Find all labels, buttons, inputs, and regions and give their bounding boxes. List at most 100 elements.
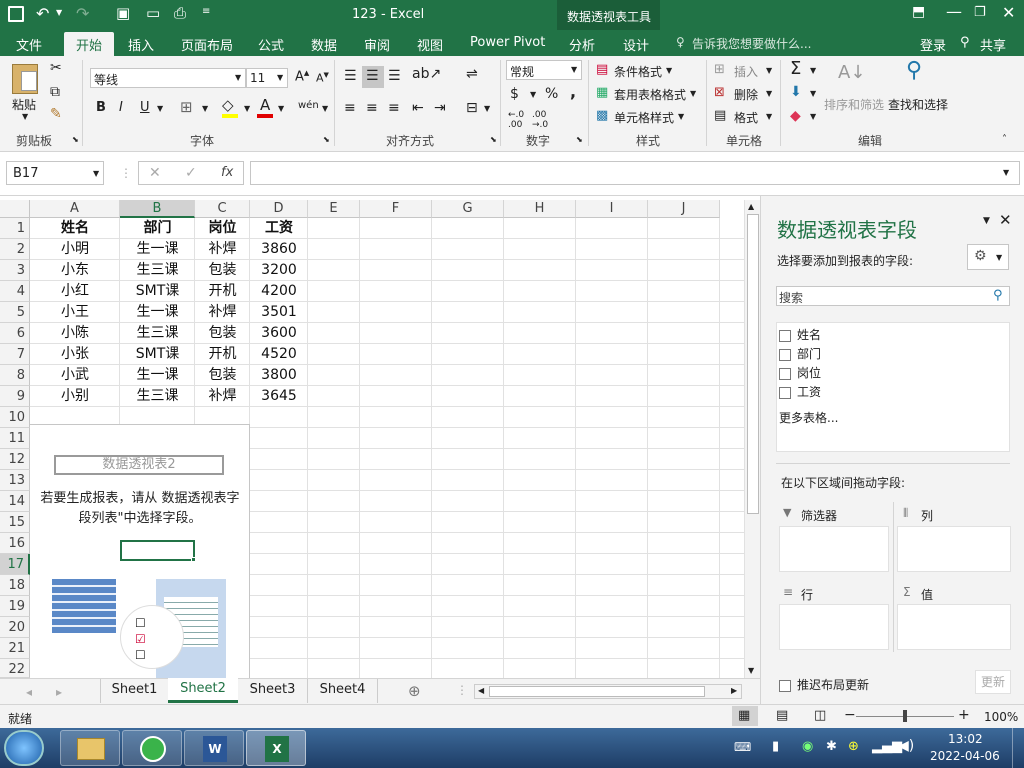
cell-styles-button[interactable]: 单元格样式 — [614, 109, 674, 126]
row-header-3[interactable]: 3 — [0, 260, 30, 281]
pane-tools-button[interactable]: ⚙ ▼ — [967, 244, 1009, 270]
tab-review[interactable]: 审阅 — [364, 35, 390, 54]
column-header-f[interactable]: F — [360, 200, 432, 218]
tab-file[interactable]: 文件 — [16, 35, 42, 54]
table-cell[interactable]: 4520 — [250, 344, 308, 365]
table-cell[interactable]: 生一课 — [120, 302, 195, 323]
name-box[interactable]: B17 ▼ — [6, 161, 104, 185]
active-cell-b17[interactable] — [120, 540, 195, 561]
redo-icon[interactable]: ↷ — [76, 4, 89, 23]
keyboard-tray-icon[interactable]: ⌨ — [734, 740, 751, 754]
tab-power-pivot[interactable]: Power Pivot — [470, 35, 545, 50]
tab-insert[interactable]: 插入 — [128, 35, 154, 54]
row-header-15[interactable]: 15 — [0, 512, 30, 533]
row-header-21[interactable]: 21 — [0, 638, 30, 659]
row-header-16[interactable]: 16 — [0, 533, 30, 554]
sheet-tab-sheet4[interactable]: Sheet4 — [308, 679, 378, 703]
row-header-2[interactable]: 2 — [0, 239, 30, 260]
column-header-j[interactable]: J — [648, 200, 720, 218]
insert-cells-button[interactable]: 插入 — [734, 63, 758, 80]
pane-close-icon[interactable]: ✕ — [999, 211, 1012, 229]
table-cell[interactable]: 生三课 — [120, 323, 195, 344]
table-cell[interactable]: 3860 — [250, 239, 308, 260]
field-item-position[interactable]: 岗位 — [779, 364, 821, 381]
pane-options-dropdown-icon[interactable]: ▼ — [983, 216, 990, 226]
column-header-b[interactable]: B — [120, 200, 195, 218]
share-button[interactable]: 共享 — [980, 35, 1006, 54]
values-drop-area[interactable] — [897, 604, 1011, 650]
row-header-1[interactable]: 1 — [0, 218, 30, 239]
scroll-right-icon[interactable]: ▶ — [731, 686, 737, 695]
italic-button[interactable]: I — [119, 100, 123, 115]
number-format-box[interactable]: 常规 ▼ — [506, 60, 582, 80]
checkbox[interactable] — [779, 679, 791, 692]
bold-button[interactable]: B — [96, 100, 106, 115]
align-top-icon[interactable]: ☰ — [344, 68, 357, 84]
autosum-dropdown-icon[interactable]: ▼ — [810, 66, 816, 75]
insert-function-icon[interactable]: fx — [221, 165, 233, 180]
format-cells-icon[interactable]: ▤ — [714, 108, 726, 123]
formula-input[interactable]: ▼ — [250, 161, 1020, 185]
row-header-9[interactable]: 9 — [0, 386, 30, 407]
table-cell[interactable]: 包装 — [195, 323, 250, 344]
sheet-tab-sheet2[interactable]: Sheet2 — [168, 678, 238, 703]
format-painter-icon[interactable]: ✎ — [50, 106, 62, 122]
row-header-8[interactable]: 8 — [0, 365, 30, 386]
borders-icon[interactable]: ⊞ — [180, 98, 193, 116]
tray-icon-2[interactable]: ◉ — [802, 739, 813, 754]
format-cells-button[interactable]: 格式 — [734, 109, 758, 126]
currency-dropdown-icon[interactable]: ▼ — [530, 90, 536, 99]
clear-icon[interactable]: ◆ — [790, 108, 801, 124]
columns-drop-area[interactable] — [897, 526, 1011, 572]
table-cell[interactable]: 小张 — [30, 344, 120, 365]
undo-dropdown-icon[interactable]: ▼ — [56, 8, 62, 17]
explorer-taskbar-icon[interactable] — [60, 730, 120, 766]
format-as-table-button[interactable]: 套用表格格式 — [614, 86, 686, 103]
table-cell[interactable]: 生一课 — [120, 365, 195, 386]
currency-icon[interactable]: $ — [510, 86, 519, 102]
header-cell[interactable]: 部门 — [120, 218, 195, 239]
expand-formula-icon[interactable]: ▼ — [1003, 168, 1009, 177]
font-launcher-icon[interactable]: ⬊ — [323, 135, 330, 144]
align-center-icon[interactable]: ≡ — [366, 100, 378, 116]
table-cell[interactable]: SMT课 — [120, 344, 195, 365]
excel-taskbar-icon[interactable]: X — [246, 730, 306, 766]
increase-decimal-icon[interactable]: ←.0.00 — [508, 110, 524, 130]
header-cell[interactable]: 姓名 — [30, 218, 120, 239]
lightbulb-icon[interactable]: ♀ — [676, 35, 685, 49]
collapse-ribbon-icon[interactable]: ˄ — [1002, 134, 1007, 145]
tab-view[interactable]: 视图 — [417, 35, 443, 54]
delete-cells-icon[interactable]: ⊠ — [714, 85, 725, 100]
underline-button[interactable]: U — [140, 100, 150, 115]
fill-icon[interactable]: ⬇ — [790, 84, 802, 100]
font-size-box[interactable]: 11 ▼ — [246, 68, 288, 88]
row-header-12[interactable]: 12 — [0, 449, 30, 470]
row-header-17[interactable]: 17 — [0, 554, 30, 575]
horizontal-scrollbar[interactable]: ◀ ▶ — [474, 684, 742, 699]
table-cell[interactable]: 3645 — [250, 386, 308, 407]
checkbox[interactable] — [779, 329, 791, 342]
volume-icon[interactable]: ◀) — [898, 738, 914, 754]
qat-icon-1[interactable]: ▣ — [116, 4, 130, 22]
fill-handle[interactable] — [191, 557, 196, 562]
scroll-up-icon[interactable]: ▲ — [748, 202, 754, 211]
paste-dropdown-icon[interactable]: ▼ — [22, 112, 28, 121]
tab-analyze[interactable]: 分析 — [569, 35, 595, 54]
find-select-button[interactable]: 查找和选择 — [888, 96, 948, 113]
insert-cells-icon[interactable]: ⊞ — [714, 62, 725, 77]
column-header-h[interactable]: H — [504, 200, 576, 218]
vertical-scrollbar[interactable]: ▲ ▼ — [744, 200, 760, 678]
table-cell[interactable]: 补焊 — [195, 386, 250, 407]
clock-date[interactable]: 2022-04-06 — [930, 749, 1000, 763]
font-name-box[interactable]: 等线 ▼ — [90, 68, 246, 88]
zoom-in-icon[interactable]: + — [958, 707, 970, 723]
phonetic-dropdown-icon[interactable]: ▼ — [322, 104, 328, 113]
orientation-icon[interactable]: ab↗ — [412, 66, 441, 82]
table-cell[interactable]: 开机 — [195, 281, 250, 302]
tab-data[interactable]: 数据 — [311, 35, 337, 54]
underline-dropdown-icon[interactable]: ▼ — [157, 104, 163, 113]
minimize-icon[interactable]: — — [946, 2, 962, 21]
fill-color-icon[interactable]: ◇ — [222, 96, 234, 114]
field-item-department[interactable]: 部门 — [779, 345, 821, 362]
tell-me-box[interactable]: 告诉我您想要做什么... — [692, 35, 811, 52]
